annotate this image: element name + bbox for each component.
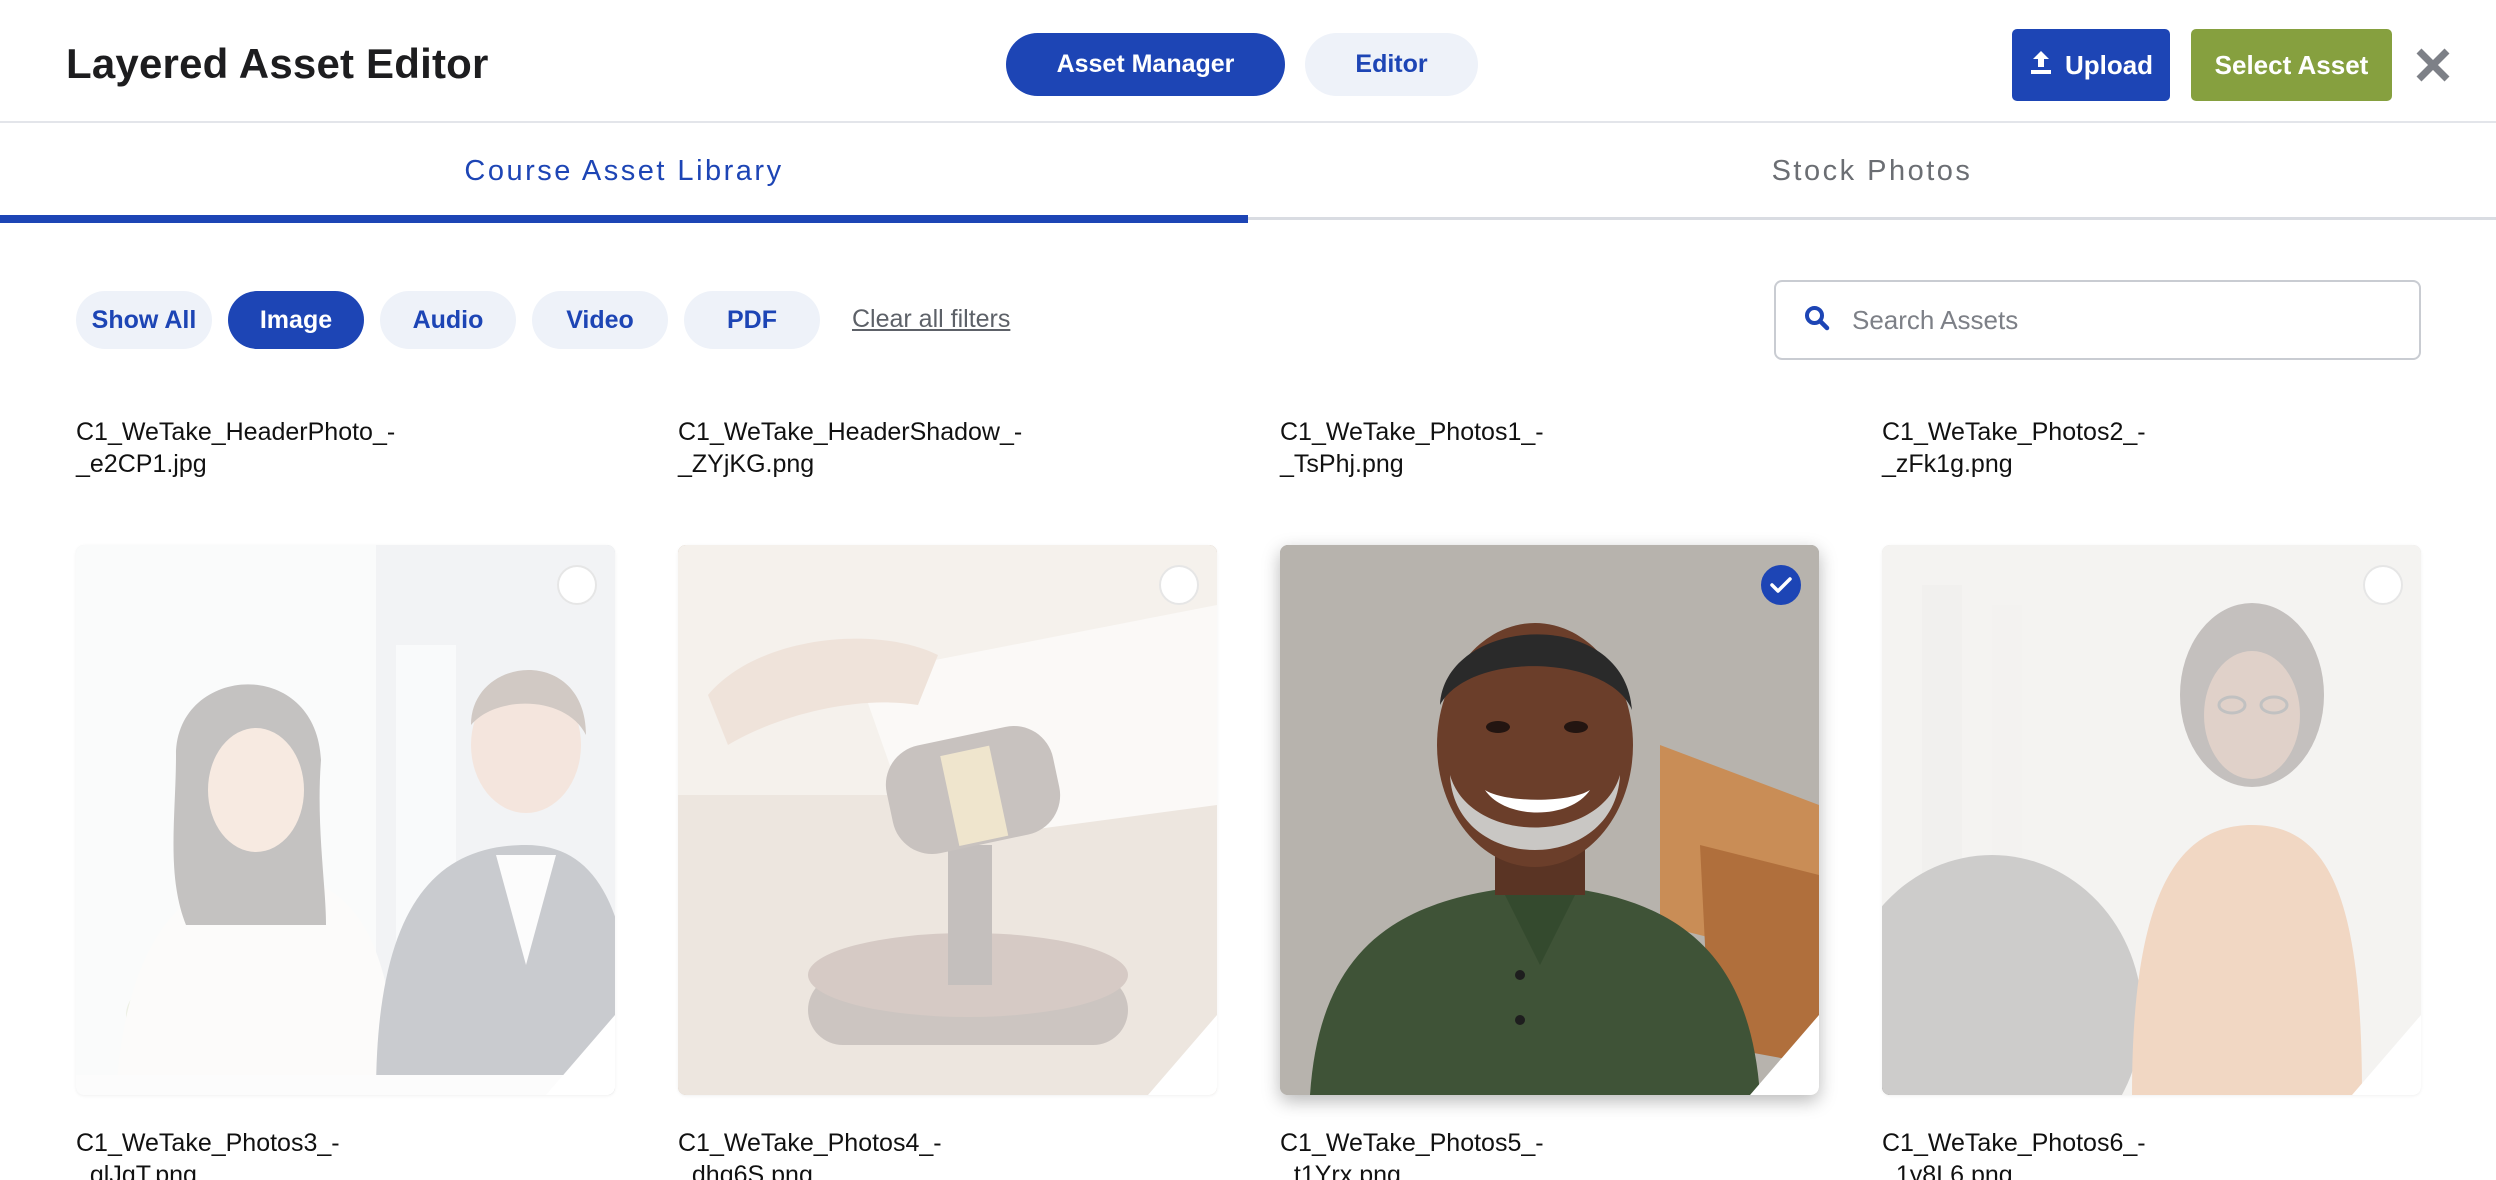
asset-card[interactable]	[76, 545, 615, 1095]
asset-filename: C1_WeTake_Photos4_-_dhq6S.png	[678, 1129, 942, 1180]
upload-button[interactable]: Upload	[2012, 29, 2170, 101]
select-checkbox[interactable]	[1761, 565, 1801, 605]
app-title: Layered Asset Editor	[66, 40, 489, 87]
asset-manager-button[interactable]: Asset Manager	[1006, 33, 1285, 96]
filter-audio[interactable]: Audio	[380, 291, 516, 349]
asset-filename: C1_WeTake_HeaderPhoto_-_e2CP1.jpg	[76, 418, 396, 478]
search-icon	[1804, 305, 1830, 336]
asset-filename: C1_WeTake_Photos3_-_glJgT.png	[76, 1129, 340, 1180]
search-input[interactable]	[1852, 304, 2372, 336]
checkmark-icon	[1770, 577, 1792, 593]
upload-label: Upload	[2064, 49, 2154, 80]
filter-show-all[interactable]: Show All	[76, 291, 212, 349]
select-checkbox[interactable]	[2363, 565, 2403, 605]
filter-video[interactable]: Video	[532, 291, 668, 349]
asset-card[interactable]	[1280, 545, 1819, 1095]
unselected-overlay	[76, 545, 615, 1095]
tab-course-asset-library[interactable]: Course Asset Library	[0, 123, 1248, 223]
asset-card[interactable]	[678, 545, 1217, 1095]
search-box	[1774, 280, 2421, 360]
filter-image[interactable]: Image	[228, 291, 364, 349]
header-bar: Layered Asset Editor Asset Manager Edito…	[0, 0, 2496, 123]
asset-source-tabs: Course Asset Library Stock Photos	[0, 123, 2496, 223]
asset-filename: C1_WeTake_Photos6_-_1y8L6.png	[1882, 1129, 2146, 1180]
select-checkbox[interactable]	[1159, 565, 1199, 605]
asset-filename: C1_WeTake_Photos2_-_zFk1g.png	[1882, 418, 2146, 478]
filter-pdf[interactable]: PDF	[684, 291, 820, 349]
asset-card[interactable]	[1882, 545, 2421, 1095]
unselected-overlay	[678, 545, 1217, 1095]
select-checkbox[interactable]	[557, 565, 597, 605]
asset-filename: C1_WeTake_HeaderShadow_-_ZYjKG.png	[678, 418, 1023, 478]
asset-thumbnail	[1280, 545, 1819, 1095]
editor-button[interactable]: Editor	[1305, 33, 1478, 96]
close-icon[interactable]	[2408, 40, 2458, 90]
clear-filters-link[interactable]: Clear all filters	[852, 305, 1010, 334]
asset-filename: C1_WeTake_Photos1_-_TsPhj.png	[1280, 418, 1544, 478]
tab-stock-photos[interactable]: Stock Photos	[1248, 123, 2496, 220]
select-asset-button[interactable]: Select Asset	[2191, 29, 2392, 101]
asset-filename: C1_WeTake_Photos5_-_t1Yrx.png	[1280, 1129, 1544, 1180]
unselected-overlay	[1882, 545, 2421, 1095]
upload-icon	[2029, 49, 2053, 82]
